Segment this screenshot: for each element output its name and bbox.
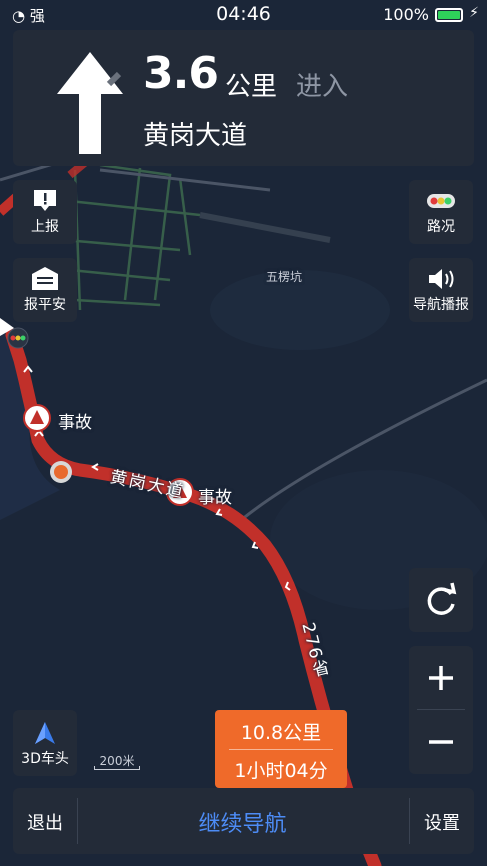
incident-label: 事故 xyxy=(58,413,92,433)
voice-broadcast-button[interactable]: 导航播报 xyxy=(409,258,473,322)
report-icon xyxy=(34,190,56,211)
zoom-out-button[interactable] xyxy=(409,710,473,774)
voice-broadcast-label: 导航播报 xyxy=(413,297,469,313)
safe-message-button[interactable]: 报平安 xyxy=(13,258,77,322)
straight-arrow-icon xyxy=(57,52,123,154)
next-turn-action: 进入 xyxy=(296,72,349,102)
report-button[interactable]: 上报 xyxy=(13,180,77,244)
battery-icon xyxy=(435,8,463,22)
report-label: 上报 xyxy=(31,219,59,235)
safe-message-label: 报平安 xyxy=(24,297,66,313)
refresh-icon xyxy=(427,582,457,615)
continue-navigation-button[interactable]: 继续导航 xyxy=(77,806,408,838)
plus-icon xyxy=(429,666,453,690)
next-turn-distance-unit: 公里 xyxy=(225,72,278,102)
exit-button[interactable]: 退出 xyxy=(13,809,77,835)
traffic-label: 路况 xyxy=(427,219,455,235)
view-mode-label: 3D车头 xyxy=(21,751,69,767)
status-bar: ◔ 强 04:46 100% ⚡ xyxy=(0,0,487,30)
next-road-name: 黄岗大道 xyxy=(143,121,248,151)
eta-box: 10.8公里 1小时04分 xyxy=(215,710,347,788)
battery-percent: 100% xyxy=(383,5,429,24)
view-mode-button[interactable]: 3D车头 xyxy=(13,710,77,776)
next-turn-distance: 3.6 xyxy=(143,48,219,99)
incident-label: 事故 xyxy=(198,488,232,508)
charging-icon: ⚡ xyxy=(469,5,479,21)
eta-divider xyxy=(229,749,333,750)
turn-guidance-card: 3.6 公里 进入 黄岗大道 xyxy=(13,30,474,166)
map-scale-bar xyxy=(94,766,140,770)
traffic-light-icon xyxy=(427,194,455,208)
speaker-icon xyxy=(429,269,454,289)
remaining-time: 1小时04分 xyxy=(234,760,328,782)
place-label: 五楞坑 xyxy=(266,270,303,284)
traffic-button[interactable]: 路况 xyxy=(409,180,473,244)
envelope-icon xyxy=(32,267,58,290)
settings-button[interactable]: 设置 xyxy=(410,809,474,835)
zoom-controls xyxy=(409,646,473,774)
refresh-button[interactable] xyxy=(409,568,473,632)
zoom-in-button[interactable] xyxy=(409,646,473,710)
remaining-distance: 10.8公里 xyxy=(240,722,322,744)
bottom-bar: 退出 继续导航 设置 xyxy=(13,788,474,854)
map-scale: 200米 xyxy=(92,752,142,772)
compass-arrow-icon xyxy=(35,722,55,744)
minus-icon xyxy=(429,740,453,744)
